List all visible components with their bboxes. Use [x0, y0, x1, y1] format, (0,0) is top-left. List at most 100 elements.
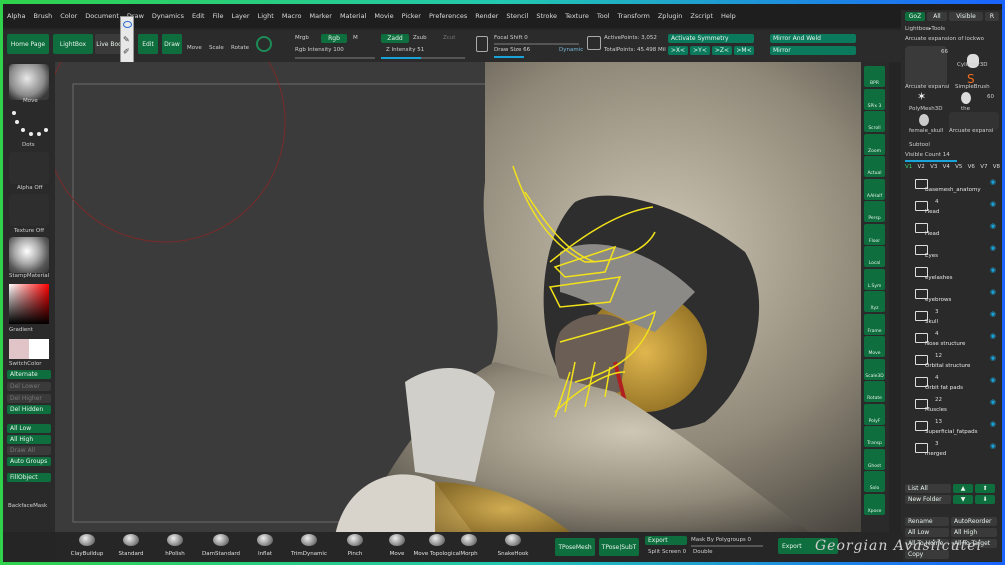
stroke-dots-thumbnail[interactable]: [9, 108, 49, 144]
zsub-label[interactable]: Zsub: [413, 35, 427, 41]
gyro-icon[interactable]: [256, 36, 272, 52]
cursor-icon[interactable]: ✎: [123, 35, 132, 44]
version-tab-v1[interactable]: V1: [905, 164, 912, 174]
brush-label[interactable]: Pinch: [348, 551, 363, 557]
brush-hpolish-icon[interactable]: [167, 534, 183, 546]
canvas-viewport[interactable]: [55, 62, 861, 536]
del-higher-button[interactable]: Del Higher: [7, 394, 51, 403]
all-high-subtool-button[interactable]: All High: [951, 528, 997, 537]
visible-button[interactable]: Visible: [949, 12, 983, 21]
eye-icon[interactable]: ◉: [990, 222, 996, 230]
secondary-color-swatch[interactable]: [29, 339, 49, 359]
tray-zoom-button[interactable]: Zoom: [864, 133, 885, 155]
tray-xpose-button[interactable]: Xpose: [864, 493, 885, 515]
texture-thumbnail[interactable]: [9, 194, 49, 226]
menu-item-brush[interactable]: Brush: [29, 12, 56, 20]
pen-icon[interactable]: ✐: [123, 47, 132, 56]
menu-item-zplugin[interactable]: Zplugin: [654, 12, 687, 20]
brush-claybuildup-icon[interactable]: [79, 534, 95, 546]
menu-item-file[interactable]: File: [209, 12, 228, 20]
list-all-button[interactable]: List All: [905, 484, 951, 493]
z-intensity[interactable]: Z Intensity 51: [386, 47, 424, 53]
polymesh-star-icon[interactable]: ✶: [917, 90, 926, 103]
subtool-row[interactable]: 3 Skull ◉: [901, 307, 1002, 327]
eye-icon[interactable]: ◉: [990, 288, 996, 296]
subtool-row[interactable]: 4 Orbit fat pads ◉: [901, 373, 1002, 393]
eye-icon[interactable]: ◉: [990, 310, 996, 318]
brush-label[interactable]: Move Topological: [414, 551, 461, 557]
eye-icon[interactable]: ◉: [990, 398, 996, 406]
menu-item-alpha[interactable]: Alpha: [3, 12, 29, 20]
mask-polygroups-track[interactable]: [691, 545, 763, 547]
menu-item-help[interactable]: Help: [717, 12, 740, 20]
split-screen[interactable]: Split Screen 0: [648, 549, 686, 555]
tray-scale3d-button[interactable]: Scale3D: [864, 358, 885, 380]
move-bottom-button[interactable]: ⬇: [975, 495, 995, 504]
focal-shift[interactable]: Focal Shift 0: [494, 35, 528, 41]
menu-item-material[interactable]: Material: [336, 12, 370, 20]
tposemesh-button[interactable]: TPoseMesh: [555, 538, 595, 556]
tray-spix-3-button[interactable]: SPix 3: [864, 88, 885, 110]
all-low-subtool-button[interactable]: All Low: [905, 528, 949, 537]
mirror-button[interactable]: Mirror: [770, 46, 856, 55]
gradient-label[interactable]: Gradient: [9, 327, 33, 333]
tray-move-button[interactable]: Move: [864, 336, 885, 357]
brush-standard-icon[interactable]: [123, 534, 139, 546]
rgb-button[interactable]: Rgb: [321, 34, 347, 43]
rgb-intensity[interactable]: Rgb Intensity 100: [295, 47, 344, 53]
zadd-button[interactable]: Zadd: [381, 34, 409, 43]
version-tab-v8[interactable]: V8: [993, 164, 1000, 174]
menu-item-macro[interactable]: Macro: [278, 12, 306, 20]
color-picker[interactable]: [9, 284, 49, 324]
subtool-row[interactable]: Head ◉: [901, 219, 1002, 239]
menu-item-preferences[interactable]: Preferences: [425, 12, 471, 20]
the-tool-icon[interactable]: [961, 92, 971, 104]
tray-floor-button[interactable]: Floor: [864, 223, 885, 245]
brush-damstandard-icon[interactable]: [213, 534, 229, 546]
menu-item-marker[interactable]: Marker: [305, 12, 335, 20]
tray-aahalf-button[interactable]: AAHalf: [864, 178, 885, 200]
menu-item-render[interactable]: Render: [471, 12, 502, 20]
dynamic-label[interactable]: Dynamic: [559, 47, 583, 53]
brush-morph-icon[interactable]: [461, 534, 477, 546]
lightbox-button[interactable]: LightBox: [53, 34, 93, 54]
draw-size[interactable]: Draw Size 66: [494, 47, 530, 53]
female-skull-icon[interactable]: [919, 114, 929, 126]
cylinder-label[interactable]: Cylinder3D: [957, 62, 988, 68]
brush-label[interactable]: ClayBuildup: [71, 551, 104, 557]
stroke-icon[interactable]: [476, 36, 488, 52]
version-tab-v4[interactable]: V4: [943, 164, 950, 174]
brush-trimdynamic-icon[interactable]: [301, 534, 317, 546]
menu-item-stencil[interactable]: Stencil: [502, 12, 532, 20]
sym-x-button[interactable]: >X<: [668, 46, 688, 55]
menu-item-zscript[interactable]: Zscript: [686, 12, 717, 20]
menu-item-dynamics[interactable]: Dynamics: [148, 12, 188, 20]
mirror-weld-button[interactable]: Mirror And Weld: [770, 34, 856, 43]
export-button[interactable]: Export: [645, 536, 687, 545]
brush-label[interactable]: Move: [390, 551, 405, 557]
activate-symmetry-button[interactable]: Activate Symmetry: [668, 34, 754, 43]
subtool-row[interactable]: 12 Orbital structure ◉: [901, 351, 1002, 371]
menu-item-layer[interactable]: Layer: [227, 12, 253, 20]
subtool-row[interactable]: 3 merged ◉: [901, 439, 1002, 459]
brush-move-topological-icon[interactable]: [429, 534, 445, 546]
draw-button[interactable]: Draw: [162, 34, 182, 54]
subtool-row[interactable]: 4 Nose structure ◉: [901, 329, 1002, 349]
tray-bpr-button[interactable]: BPR: [864, 66, 885, 87]
menu-item-edit[interactable]: Edit: [188, 12, 209, 20]
lightbox-tools-label[interactable]: Lightbox▸Tools: [905, 26, 945, 32]
skull-render[interactable]: [55, 62, 861, 536]
zcut-label[interactable]: Zcut: [443, 35, 455, 41]
brush-label[interactable]: TrimDynamic: [291, 551, 327, 557]
focal-shift-track[interactable]: [494, 43, 579, 45]
subtool-row[interactable]: eyelashes ◉: [901, 263, 1002, 283]
version-tab-v7[interactable]: V7: [980, 164, 987, 174]
all-high-button[interactable]: All High: [7, 435, 51, 444]
mask-polygroups[interactable]: Mask By Polygroups 0: [691, 537, 751, 543]
auto-reorder-button[interactable]: AutoReorder: [951, 517, 997, 526]
eye-icon[interactable]: ◉: [990, 420, 996, 428]
tray-scroll-button[interactable]: Scroll: [864, 111, 885, 132]
subtool-header[interactable]: Subtool: [909, 142, 930, 148]
subtool-row[interactable]: eyebrows ◉: [901, 285, 1002, 305]
move-top-button[interactable]: ⬆: [975, 484, 995, 493]
